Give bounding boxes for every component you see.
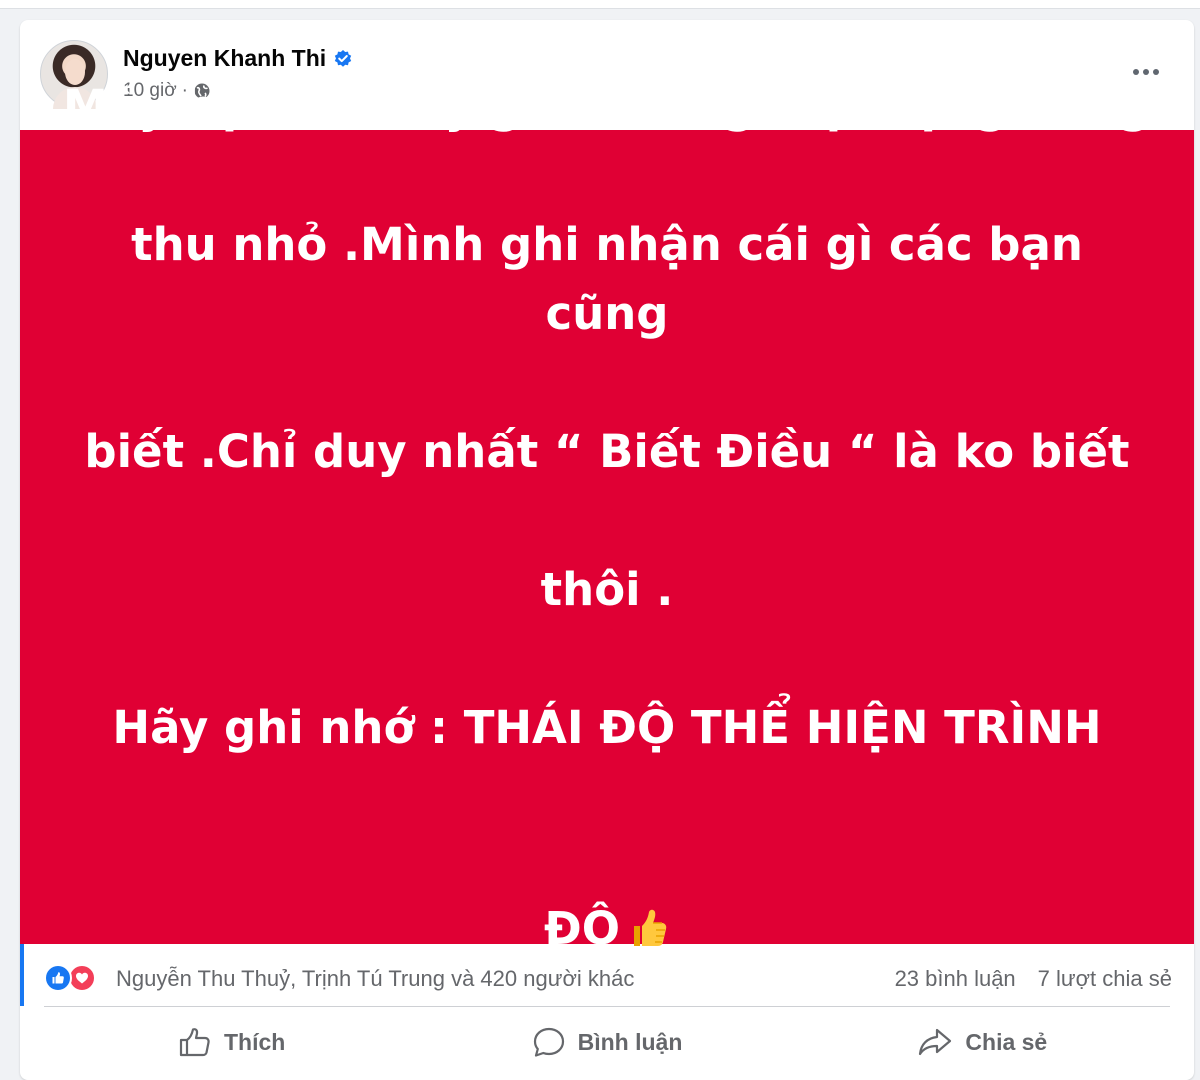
shares-count[interactable]: 7 lượt chia sẻ — [1038, 966, 1172, 992]
more-dot-icon — [1153, 69, 1159, 75]
post-line: Mấy bạn trẻ bây giờ , trong một cộng đồn… — [63, 79, 1151, 133]
post-card: Nguyen Khanh Thi 10 giờ · Mấy bạn trẻ bâ… — [20, 20, 1194, 1080]
action-bar: Thích Bình luận Chia sẻ — [44, 1012, 1170, 1072]
like-label: Thích — [223, 1028, 286, 1055]
reaction-icons[interactable] — [44, 964, 96, 992]
post-line-last: ĐỘ — [62, 831, 1152, 963]
engagement-counts: 23 bình luận 7 lượt chia sẻ — [895, 966, 1172, 992]
like-button[interactable]: Thích — [44, 1012, 419, 1072]
reactions-bar: Nguyễn Thu Thuỷ, Trịnh Tú Trung và 420 n… — [20, 944, 1194, 1006]
actions-divider — [44, 1006, 1170, 1007]
post-line: thôi . — [540, 562, 674, 616]
page-top-strip — [0, 0, 1200, 9]
post-text: Mấy bạn trẻ bây giờ , trong một cộng đồn… — [62, 20, 1152, 1032]
post-background: Mấy bạn trẻ bây giờ , trong một cộng đồn… — [20, 80, 1194, 955]
comment-bubble-icon — [533, 1027, 564, 1057]
comment-button[interactable]: Bình luận — [419, 1012, 794, 1072]
post-line: biết .Chỉ duy nhất “ Biết Điều “ là ko b… — [84, 424, 1130, 478]
share-label: Chia sẻ — [965, 1028, 1048, 1055]
reactors-summary[interactable]: Nguyễn Thu Thuỷ, Trịnh Tú Trung và 420 n… — [116, 966, 634, 992]
thumbs-up-icon — [626, 831, 670, 946]
thumbs-up-outline-icon — [179, 1028, 210, 1057]
counts-gap — [1016, 966, 1038, 992]
post-line: Hãy ghi nhớ : THÁI ĐỘ THỂ HIỆN TRÌNH — [112, 700, 1102, 754]
like-icon — [44, 964, 72, 992]
comments-count[interactable]: 23 bình luận — [895, 966, 1016, 992]
share-arrow-icon — [919, 1028, 952, 1056]
love-icon — [68, 964, 96, 992]
share-button[interactable]: Chia sẻ — [795, 1012, 1170, 1072]
comment-label: Bình luận — [577, 1028, 683, 1055]
post-line: thu nhỏ .Mình ghi nhận cái gì các bạn cũ… — [131, 217, 1083, 340]
